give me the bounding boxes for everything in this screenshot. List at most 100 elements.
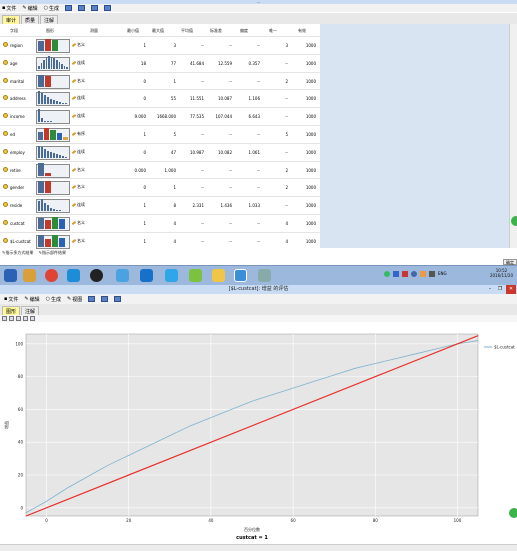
menu2-edit[interactable]: ✎ 编辑 xyxy=(24,296,39,303)
skew-value: 6.643 xyxy=(248,114,260,120)
col-graph[interactable]: 图形 xyxy=(46,28,54,34)
mini-chart[interactable] xyxy=(36,91,70,107)
start-icon[interactable] xyxy=(4,269,17,282)
measure-cell[interactable]: 有序 xyxy=(71,131,85,137)
menu-edit[interactable]: ✎ 编辑 xyxy=(22,5,37,12)
app-icon-2[interactable] xyxy=(116,269,129,282)
menu2-view[interactable]: ✎ 视图 xyxy=(67,296,82,303)
clock[interactable]: 10:52 2016/11/20 xyxy=(490,268,513,278)
toolbar-button-3[interactable] xyxy=(91,5,99,11)
select-icon[interactable] xyxy=(9,316,14,321)
vertical-scrollbar[interactable] xyxy=(509,24,517,248)
table-row[interactable]: reside 连续 1 8 2.331 1.436 1.033 -- 1000 xyxy=(0,196,320,214)
language-indicator[interactable]: ENG xyxy=(438,271,447,280)
tab-annotation-2[interactable]: 注解 xyxy=(21,306,40,315)
tray-icon-2[interactable] xyxy=(393,271,399,277)
app-icon-1[interactable] xyxy=(67,269,80,282)
measure-cell[interactable]: 名义 xyxy=(71,238,85,244)
table-row[interactable]: marital 名义 0 1 -- -- -- 2 1000 xyxy=(0,71,320,90)
measure-cell[interactable]: 连续 xyxy=(71,113,85,119)
col-min[interactable]: 最小值 xyxy=(127,28,139,34)
zoom-out-icon[interactable] xyxy=(23,316,28,321)
restore-icon[interactable]: ❐ xyxy=(495,285,505,294)
mini-chart[interactable] xyxy=(36,217,70,231)
measure-cell[interactable]: 名义 xyxy=(71,42,85,48)
measure-cell[interactable]: 名义 xyxy=(71,78,85,84)
toolbar-button-1[interactable] xyxy=(65,5,73,11)
col-skew[interactable]: 偏度 xyxy=(240,28,248,34)
spss-icon[interactable] xyxy=(234,269,247,282)
table-row[interactable]: region 名义 1 3 -- -- -- 3 1000 xyxy=(0,36,320,54)
mini-chart[interactable] xyxy=(36,74,70,89)
measure-cell[interactable]: 名义 xyxy=(71,184,85,190)
app-icon-3[interactable] xyxy=(140,269,153,282)
col-mean[interactable]: 平均值 xyxy=(181,28,193,34)
minimize-icon[interactable]: – xyxy=(485,285,495,294)
mini-chart[interactable] xyxy=(36,39,70,53)
float-widget-icon-2[interactable] xyxy=(509,508,517,518)
measure-cell[interactable]: 连续 xyxy=(71,202,85,208)
folder-icon[interactable] xyxy=(212,269,225,282)
pan-icon[interactable] xyxy=(30,316,35,321)
qq-icon[interactable] xyxy=(90,269,103,282)
measure-cell[interactable]: 连续 xyxy=(71,95,85,101)
mini-chart[interactable] xyxy=(36,109,70,125)
measure-cell[interactable]: 名义 xyxy=(71,167,85,173)
tray-icon-5[interactable] xyxy=(420,271,426,277)
explorer-icon[interactable] xyxy=(23,269,36,282)
max-value: 4 xyxy=(173,221,176,226)
measure-cell[interactable]: 连续 xyxy=(71,149,85,155)
toolbar-button-2[interactable] xyxy=(78,5,86,11)
tab-graph[interactable]: 图形 xyxy=(2,306,21,315)
table-row[interactable]: retire 名义 0.000 1.000 -- -- -- 2 1000 xyxy=(0,160,320,179)
col-field[interactable]: 字段 xyxy=(10,28,18,34)
tab-quality[interactable]: 质量 xyxy=(21,15,40,24)
measure-icon xyxy=(71,43,77,47)
menu-generate[interactable]: ○ 生成 xyxy=(44,5,59,12)
tray-icon-4[interactable] xyxy=(411,271,417,277)
app-icon-5[interactable] xyxy=(258,269,271,282)
tray-icon-3[interactable] xyxy=(402,271,408,277)
float-widget-icon[interactable] xyxy=(511,216,517,226)
close-icon[interactable]: ✕ xyxy=(506,285,516,294)
mini-chart[interactable] xyxy=(36,234,70,249)
toolbar2-button-2[interactable] xyxy=(101,296,109,302)
measure-cell[interactable]: 连续 xyxy=(71,60,85,66)
table-row[interactable]: gender 名义 0 1 -- -- -- 2 1000 xyxy=(0,178,320,196)
tray-icon-1[interactable] xyxy=(384,271,390,277)
col-measure[interactable]: 测量 xyxy=(90,28,98,34)
col-max[interactable]: 最大值 xyxy=(152,28,164,34)
tab-annotation[interactable]: 注解 xyxy=(40,15,59,24)
wechat-icon[interactable] xyxy=(189,269,202,282)
col-unique[interactable]: 唯一 xyxy=(269,28,277,34)
table-row[interactable]: custcat 名义 1 4 -- -- -- 4 1000 xyxy=(0,214,320,232)
volume-icon[interactable] xyxy=(429,271,435,277)
measure-cell[interactable]: 名义 xyxy=(71,220,85,226)
table-row[interactable]: ed 有序 1 5 -- -- -- 5 1000 xyxy=(0,125,320,143)
tab-audit[interactable]: 审计 xyxy=(2,15,21,24)
col-valid[interactable]: 有效 xyxy=(298,28,306,34)
table-row[interactable]: address 连续 0 55 11.551 10.087 1.106 -- 1000 xyxy=(0,89,320,107)
pencil-icon[interactable] xyxy=(2,316,7,321)
app-icon-4[interactable] xyxy=(165,269,178,282)
table-row[interactable]: income 连续 9.000 1668.000 77.535 107.044 6.643 -… xyxy=(0,107,320,125)
chrome-icon[interactable] xyxy=(45,269,58,282)
mini-chart[interactable] xyxy=(36,181,70,196)
toolbar2-button-1[interactable] xyxy=(88,296,96,302)
table-row[interactable]: employ 连续 0 47 10.987 10.082 1.061 -- 1000 xyxy=(0,142,320,161)
mini-chart[interactable] xyxy=(36,145,70,160)
min-value: 0 xyxy=(143,185,146,191)
menu2-file[interactable]: ▪ 文件 xyxy=(4,296,18,303)
mini-chart[interactable] xyxy=(36,199,70,214)
toolbar2-button-3[interactable] xyxy=(114,296,122,302)
mini-chart[interactable] xyxy=(36,162,70,178)
gain-chart-svg: 0 20 40 60 80 100 0 20 40 60 80 100 $L-custcat 百分位数 cu… xyxy=(3,333,515,541)
menu-file[interactable]: ▪ 文件 xyxy=(2,5,16,12)
toolbar-button-4[interactable] xyxy=(104,5,112,11)
mini-chart[interactable] xyxy=(36,55,70,71)
table-row[interactable]: age 连续 18 77 41.684 12.559 0.357 -- 1000 xyxy=(0,53,320,72)
zoom-in-icon[interactable] xyxy=(16,316,21,321)
menu2-generate[interactable]: ○ 生成 xyxy=(46,296,61,303)
mini-chart[interactable] xyxy=(36,128,70,142)
col-sd[interactable]: 标准差 xyxy=(210,28,222,34)
